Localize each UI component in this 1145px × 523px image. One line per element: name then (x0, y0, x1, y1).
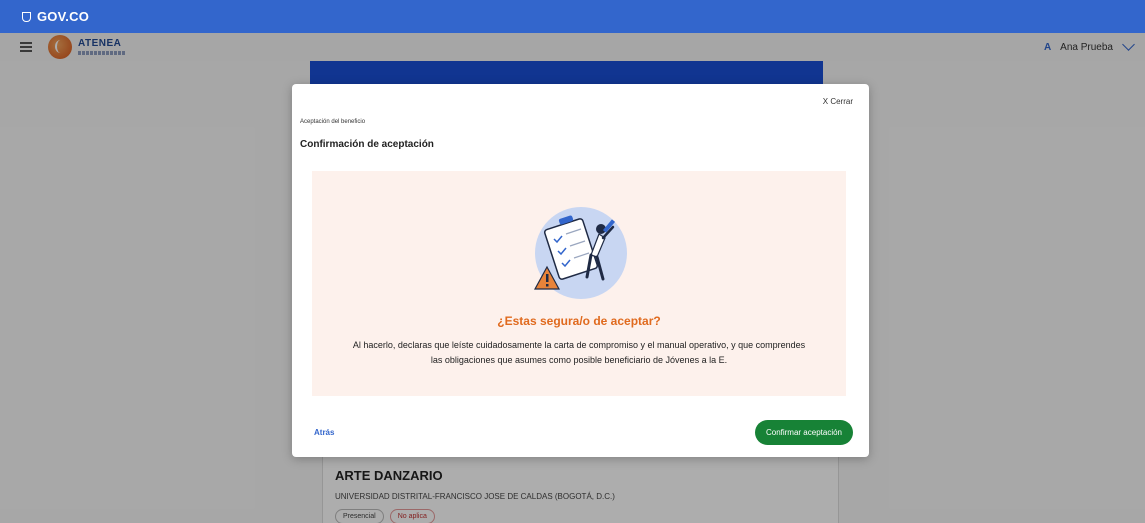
close-button[interactable]: X Cerrar (823, 97, 853, 106)
confirmation-panel: ¿Estas segura/o de aceptar? Al hacerlo, … (312, 171, 846, 396)
confirmation-question: ¿Estas segura/o de aceptar? (497, 314, 661, 328)
gov-co-logo[interactable]: GOV.CO (22, 9, 89, 24)
confirmation-description: Al hacerlo, declaras que leíste cuidados… (352, 340, 806, 365)
checklist-warning-illustration (533, 207, 627, 299)
gov-shield-icon (22, 11, 31, 22)
back-link[interactable]: Atrás (314, 428, 334, 437)
confirmation-modal: X Cerrar Aceptación del beneficio Confir… (292, 84, 869, 457)
confirm-acceptance-button[interactable]: Confirmar aceptación (755, 420, 853, 445)
gov-logo-text: GOV.CO (37, 9, 90, 24)
gov-bar: GOV.CO (0, 0, 1145, 33)
modal-title: Confirmación de aceptación (300, 139, 434, 150)
breadcrumb: Aceptación del beneficio (300, 119, 366, 125)
